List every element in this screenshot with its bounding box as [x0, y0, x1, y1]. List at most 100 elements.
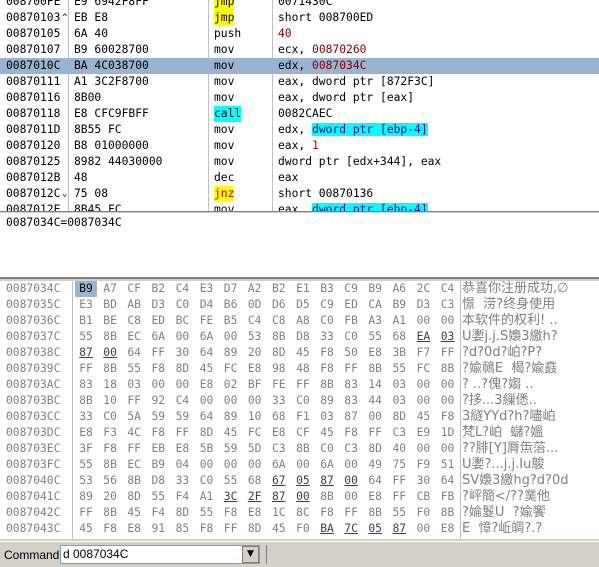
dump-byte[interactable]: 8B	[316, 377, 338, 393]
dump-byte[interactable]: F8	[99, 521, 121, 537]
dump-byte[interactable]: C9	[316, 297, 338, 313]
disasm-row[interactable]: 00870105 6A 40 push 40	[0, 26, 599, 42]
dump-byte[interactable]: 8B	[437, 505, 459, 521]
dump-byte[interactable]: 4C	[123, 425, 145, 441]
dump-byte[interactable]: B9	[75, 281, 97, 297]
dump-byte[interactable]: 3B	[388, 345, 410, 361]
dump-byte[interactable]: 18	[99, 377, 121, 393]
dump-byte[interactable]: E8	[123, 521, 145, 537]
dump-byte[interactable]: 00	[412, 521, 434, 537]
dump-byte[interactable]: 00	[244, 457, 266, 473]
dump-byte[interactable]: 45	[316, 425, 338, 441]
dump-byte[interactable]: 49	[364, 457, 386, 473]
dump-byte[interactable]: 03	[437, 329, 459, 345]
dump-byte[interactable]: 98	[268, 361, 290, 377]
dump-byte[interactable]: A8	[292, 313, 314, 329]
dump-byte[interactable]: 00	[244, 393, 266, 409]
dump-byte[interactable]: A7	[99, 281, 121, 297]
dump-byte[interactable]: 55	[220, 473, 242, 489]
dump-byte[interactable]: F8	[220, 505, 242, 521]
dump-byte[interactable]: F1	[292, 409, 314, 425]
dump-byte[interactable]: 00	[340, 473, 362, 489]
dump-byte[interactable]: 8B	[99, 329, 121, 345]
dump-byte[interactable]: BA	[316, 521, 338, 537]
dump-byte[interactable]: 20	[99, 489, 121, 505]
dump-byte[interactable]: C0	[292, 393, 314, 409]
disassembly-pane[interactable]: 008700FE E9 6942F8FF jmp 0071430C 00870103 ^ E…	[0, 0, 599, 212]
dump-byte[interactable]: 02	[220, 377, 242, 393]
dump-byte[interactable]: 89	[75, 489, 97, 505]
dump-byte[interactable]: 04	[171, 457, 193, 473]
dump-row[interactable]: 0087036C B1 BE C8 ED BC FE B5 C4 C8 A8 C0 FB A3 A1 00 00…	[0, 313, 599, 329]
dump-byte[interactable]: 03	[123, 377, 145, 393]
dump-byte[interactable]: 45	[268, 521, 290, 537]
dump-byte[interactable]: C4	[171, 393, 193, 409]
disasm-row[interactable]: 00870103 ^ EB E8 jmp short 008700ED	[0, 10, 599, 26]
dump-byte[interactable]: 8D	[364, 441, 386, 457]
dump-byte[interactable]: D4	[196, 297, 218, 313]
dump-byte[interactable]: D7	[220, 281, 242, 297]
dump-byte[interactable]: 33	[316, 329, 338, 345]
dump-byte[interactable]: 00	[220, 393, 242, 409]
dump-byte[interactable]: 91	[147, 521, 169, 537]
dump-byte[interactable]: 8B	[99, 457, 121, 473]
dump-byte[interactable]: C8	[123, 313, 145, 329]
dump-byte[interactable]: B2	[268, 281, 290, 297]
dump-byte[interactable]: 6A	[268, 457, 290, 473]
dump-byte[interactable]: D8	[147, 473, 169, 489]
dump-byte[interactable]: 00	[220, 329, 242, 345]
dump-byte[interactable]: 5D	[244, 441, 266, 457]
dump-byte[interactable]: A1	[388, 313, 410, 329]
dump-row[interactable]: 0087041C 89 20 8D 55 F4 A1 3C 2F 87 00 8B 00 E8 FF CB FB…	[0, 489, 599, 505]
dump-byte[interactable]: E8	[437, 521, 459, 537]
dump-row[interactable]: 008703BC 8B 10 FF 92 C4 00 00 00 33 C0 89 83 44 03 00 00…	[0, 393, 599, 409]
dump-byte[interactable]: FF	[220, 521, 242, 537]
dump-byte[interactable]: F8	[316, 361, 338, 377]
dump-byte[interactable]: C3	[268, 441, 290, 457]
dump-byte[interactable]: 8B	[99, 361, 121, 377]
dump-byte[interactable]: 85	[171, 521, 193, 537]
dump-byte[interactable]: B9	[388, 297, 410, 313]
dump-byte[interactable]: C3	[437, 297, 459, 313]
dump-byte[interactable]: 89	[220, 409, 242, 425]
dump-byte[interactable]: FF	[340, 505, 362, 521]
dump-byte[interactable]: C0	[171, 297, 193, 313]
dump-byte[interactable]: 55	[388, 505, 410, 521]
dump-byte[interactable]: CA	[364, 297, 386, 313]
dump-byte[interactable]: EC	[123, 457, 145, 473]
dump-byte[interactable]: 00	[220, 457, 242, 473]
disasm-row[interactable]: 0087012C ⌄ 75 08 jnz short 00870136	[0, 186, 599, 202]
dump-byte[interactable]: FE	[268, 377, 290, 393]
dump-byte[interactable]: 8D	[244, 521, 266, 537]
dump-byte[interactable]: 83	[340, 377, 362, 393]
dump-byte[interactable]: 8D	[268, 345, 290, 361]
dump-byte[interactable]: 67	[268, 473, 290, 489]
dump-byte[interactable]: EB	[147, 441, 169, 457]
dump-byte[interactable]: 03	[388, 393, 410, 409]
dump-byte[interactable]: B5	[220, 313, 242, 329]
dump-byte[interactable]: FB	[437, 489, 459, 505]
dump-byte[interactable]: 56	[99, 473, 121, 489]
dump-byte[interactable]: B1	[75, 313, 97, 329]
dump-byte[interactable]: 48	[292, 361, 314, 377]
dump-byte[interactable]: 14	[364, 377, 386, 393]
dump-byte[interactable]: 30	[171, 345, 193, 361]
dump-byte[interactable]: FF	[364, 425, 386, 441]
dump-byte[interactable]: 8D	[171, 505, 193, 521]
dump-byte[interactable]: B2	[147, 281, 169, 297]
dump-byte[interactable]: ED	[340, 297, 362, 313]
dump-byte[interactable]: B9	[364, 281, 386, 297]
dump-byte[interactable]: B9	[147, 457, 169, 473]
dump-byte[interactable]: FF	[75, 361, 97, 377]
dump-byte[interactable]: 2C	[412, 281, 434, 297]
dump-row[interactable]: 0087042C FF 8B 45 F4 8D 55 F8 E8 1C 8C F8 FF 8B 55 F0 8B…	[0, 505, 599, 521]
dump-byte[interactable]: A1	[196, 489, 218, 505]
dump-byte[interactable]: A3	[364, 313, 386, 329]
dump-byte[interactable]: 64	[123, 345, 145, 361]
dump-byte[interactable]: FC	[412, 361, 434, 377]
dump-byte[interactable]: E3	[196, 281, 218, 297]
dump-byte[interactable]: 7C	[340, 521, 362, 537]
disasm-row[interactable]: 00870118 E8 CFC9FBFF call 0082CAEC	[0, 106, 599, 122]
dump-row[interactable]: 0087038C 87 00 64 FF 30 64 89 20 8D 45 F8 50 E8 3B F7 FF…	[0, 345, 599, 361]
dump-byte[interactable]: C4	[171, 281, 193, 297]
